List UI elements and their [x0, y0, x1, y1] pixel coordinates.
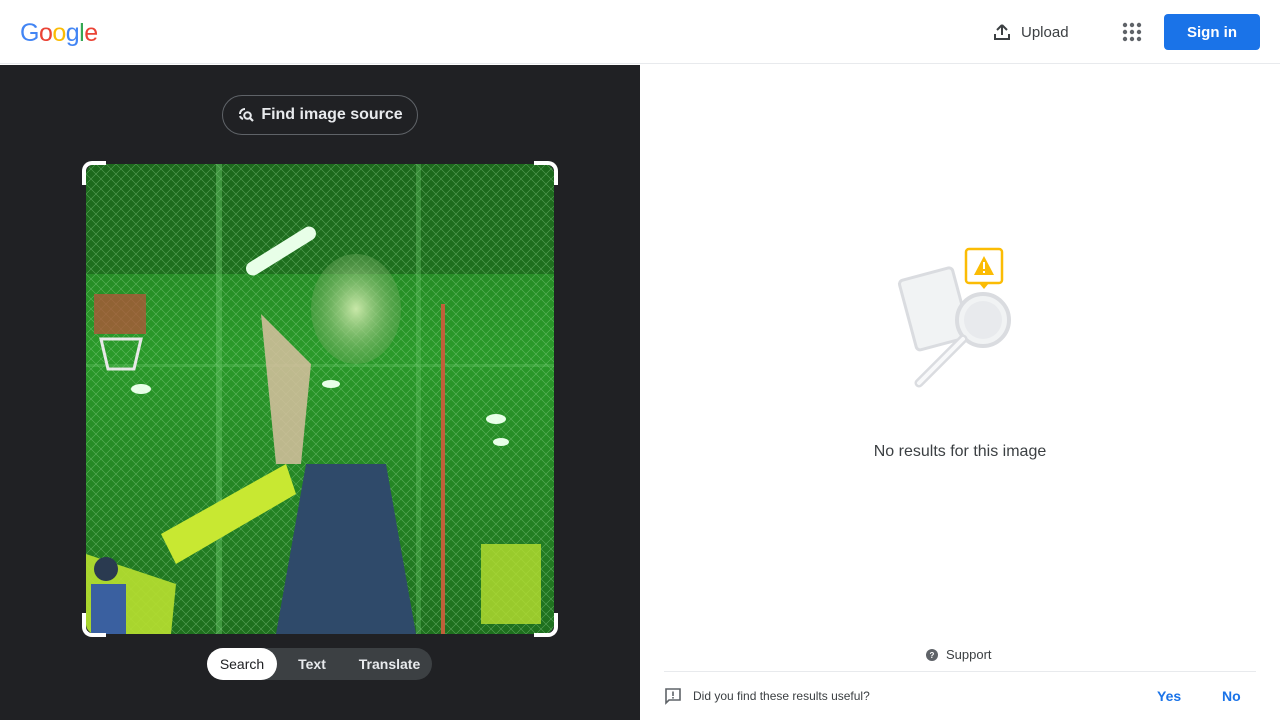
- crop-handle-bottom-right[interactable]: [534, 613, 558, 637]
- mode-text-tab[interactable]: Text: [277, 648, 347, 680]
- crop-handle-top-right[interactable]: [534, 161, 558, 185]
- logo-letter: e: [84, 19, 98, 47]
- feedback-no-button[interactable]: No: [1222, 688, 1241, 704]
- feedback-yes-button[interactable]: Yes: [1157, 688, 1181, 704]
- feedback-icon: [665, 688, 681, 705]
- sign-in-button[interactable]: Sign in: [1164, 14, 1260, 50]
- mode-search-tab[interactable]: Search: [207, 648, 277, 680]
- no-results-message: No results for this image: [873, 443, 1047, 460]
- divider: [664, 671, 1256, 672]
- google-logo[interactable]: Google: [20, 19, 98, 48]
- logo-letter: o: [52, 19, 66, 47]
- logo-letter: g: [65, 19, 80, 47]
- top-bar: Google Upload Sign in: [0, 0, 1280, 64]
- upload-button[interactable]: Upload: [992, 20, 1069, 44]
- upload-icon: [994, 24, 1010, 40]
- feedback-question: Did you find these results useful?: [693, 689, 870, 703]
- lens-search-icon: [239, 108, 255, 122]
- find-image-source-button[interactable]: Find image source: [222, 95, 418, 135]
- mode-switcher: Search Text Translate: [207, 648, 432, 680]
- support-link[interactable]: ? Support: [926, 647, 992, 662]
- image-panel: Find image source Search Text Translate: [0, 65, 640, 720]
- feedback-bar: Did you find these results useful? Yes N…: [664, 684, 1256, 708]
- mode-translate-tab[interactable]: Translate: [347, 648, 432, 680]
- searched-image: [86, 164, 554, 634]
- upload-label: Upload: [1021, 23, 1069, 41]
- apps-grid-icon[interactable]: [1120, 20, 1144, 44]
- results-panel: No results for this image ? Support Did …: [640, 65, 1280, 720]
- logo-letter: G: [20, 19, 39, 47]
- crop-handle-bottom-left[interactable]: [82, 613, 106, 637]
- help-circle-icon: ?: [926, 648, 938, 661]
- support-label: Support: [946, 647, 992, 662]
- crop-handle-top-left[interactable]: [82, 161, 106, 185]
- crop-selection[interactable]: [82, 161, 558, 637]
- no-results-illustration: [898, 247, 1011, 388]
- svg-text:?: ?: [930, 651, 935, 660]
- logo-letter: o: [38, 19, 53, 47]
- find-image-source-label: Find image source: [261, 106, 403, 123]
